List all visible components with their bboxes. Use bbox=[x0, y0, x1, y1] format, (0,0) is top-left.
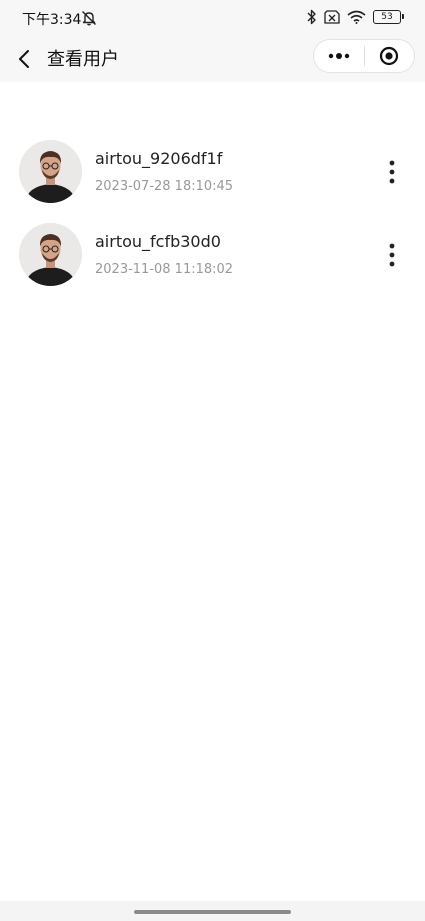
avatar bbox=[19, 140, 82, 203]
user-name: airtou_9206df1f bbox=[95, 149, 223, 168]
status-time: 下午3:34 bbox=[22, 12, 82, 28]
muted-notification-icon bbox=[80, 9, 98, 27]
home-indicator[interactable] bbox=[134, 910, 291, 914]
capsule-more-button[interactable] bbox=[314, 40, 364, 72]
capsule-close-button[interactable] bbox=[364, 40, 414, 72]
list-item[interactable]: airtou_9206df1f 2023-07-28 18:10:45 bbox=[0, 130, 425, 213]
status-bar: 下午3:34 53 bbox=[0, 0, 425, 36]
battery-icon: 53 bbox=[373, 10, 404, 24]
list-item[interactable]: airtou_fcfb30d0 2023-11-08 11:18:02 bbox=[0, 213, 425, 296]
battery-level: 53 bbox=[381, 11, 393, 22]
user-name: airtou_fcfb30d0 bbox=[95, 232, 221, 251]
mini-program-capsule bbox=[313, 39, 415, 73]
back-icon bbox=[19, 50, 29, 68]
avatar bbox=[19, 223, 82, 286]
page-title: 查看用户 bbox=[47, 49, 119, 70]
no-sim-icon bbox=[324, 10, 340, 24]
vertical-dots-icon bbox=[389, 243, 395, 267]
more-options-button[interactable] bbox=[377, 158, 407, 186]
nav-bar: 查看用户 bbox=[0, 36, 425, 82]
vertical-dots-icon bbox=[389, 160, 395, 184]
user-date: 2023-07-28 18:10:45 bbox=[95, 179, 234, 194]
user-list: airtou_9206df1f 2023-07-28 18:10:45 airt… bbox=[0, 130, 425, 296]
gesture-bar bbox=[0, 901, 425, 921]
close-target-icon bbox=[380, 46, 399, 66]
bluetooth-icon bbox=[307, 9, 317, 25]
more-options-button[interactable] bbox=[377, 241, 407, 269]
back-button[interactable] bbox=[10, 43, 38, 75]
wifi-icon bbox=[347, 10, 366, 24]
status-icons: 53 bbox=[307, 9, 404, 25]
more-dots-icon bbox=[328, 53, 349, 59]
user-date: 2023-11-08 11:18:02 bbox=[95, 262, 234, 277]
